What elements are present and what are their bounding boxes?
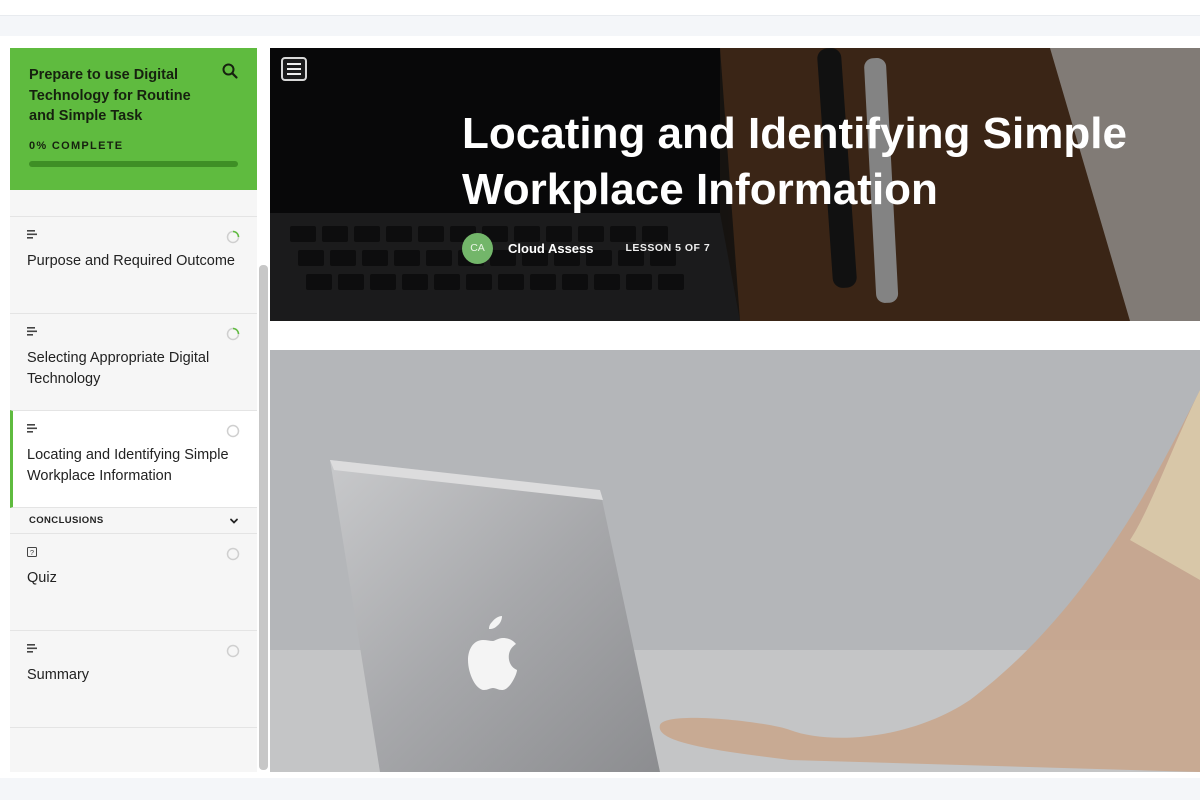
lesson-meta: CA Cloud Assess LESSON 5 OF 7 bbox=[462, 232, 710, 264]
chevron-down-icon bbox=[230, 518, 238, 524]
lesson-counter: LESSON 5 OF 7 bbox=[625, 242, 711, 254]
laptop-photo bbox=[270, 350, 1200, 772]
lesson-hero: Locating and Identifying Simple Workplac… bbox=[270, 48, 1200, 321]
in-progress-icon bbox=[226, 230, 240, 244]
lesson-content: Locating and Identifying Simple Workplac… bbox=[270, 48, 1200, 778]
not-started-icon bbox=[226, 644, 240, 658]
lesson-label: Quiz bbox=[27, 570, 57, 586]
lesson-label: Locating and Identifying Simple Workplac… bbox=[27, 447, 229, 484]
progress-label: 0% COMPLETE bbox=[29, 139, 124, 152]
not-started-icon bbox=[226, 547, 240, 561]
in-progress-icon bbox=[226, 327, 240, 341]
lesson-label: Selecting Appropriate Digital Technology bbox=[27, 350, 210, 387]
text-lesson-icon bbox=[27, 327, 37, 336]
quiz-icon: ? bbox=[27, 547, 37, 557]
lesson-label: Purpose and Required Outcome bbox=[27, 253, 235, 269]
not-started-icon bbox=[226, 424, 240, 438]
author-name[interactable]: Cloud Assess bbox=[508, 241, 594, 256]
section-label: CONCLUSIONS bbox=[29, 515, 104, 526]
section-conclusions[interactable]: CONCLUSIONS bbox=[10, 508, 257, 534]
text-lesson-icon bbox=[27, 644, 37, 653]
lesson-item-summary[interactable]: Summary bbox=[10, 630, 257, 728]
svg-text:?: ? bbox=[30, 548, 34, 557]
course-title: Prepare to use Digital Technology for Ro… bbox=[29, 67, 191, 124]
lesson-item-quiz[interactable]: ? Quiz bbox=[10, 533, 257, 631]
progress-bar bbox=[29, 161, 238, 167]
lesson-label: Summary bbox=[27, 667, 90, 683]
course-header: Prepare to use Digital Technology for Ro… bbox=[10, 48, 257, 190]
lesson-item-purpose[interactable]: Purpose and Required Outcome bbox=[10, 216, 257, 314]
hamburger-menu-icon[interactable] bbox=[281, 57, 307, 81]
lesson-item-locating[interactable]: Locating and Identifying Simple Workplac… bbox=[10, 410, 257, 508]
sidebar-scrollbar[interactable] bbox=[259, 265, 268, 770]
lesson-image bbox=[270, 350, 1200, 772]
lesson-title: Locating and Identifying Simple Workplac… bbox=[462, 109, 1127, 214]
text-lesson-icon bbox=[27, 424, 37, 433]
text-lesson-icon bbox=[27, 230, 37, 239]
lesson-item-selecting[interactable]: Selecting Appropriate Digital Technology bbox=[10, 313, 257, 411]
avatar: CA bbox=[462, 232, 493, 264]
lesson-list: Purpose and Required Outcome Selecting A… bbox=[10, 216, 257, 728]
search-icon[interactable] bbox=[221, 62, 239, 80]
course-sidebar: Prepare to use Digital Technology for Ro… bbox=[10, 48, 257, 772]
top-bar bbox=[0, 0, 1200, 16]
